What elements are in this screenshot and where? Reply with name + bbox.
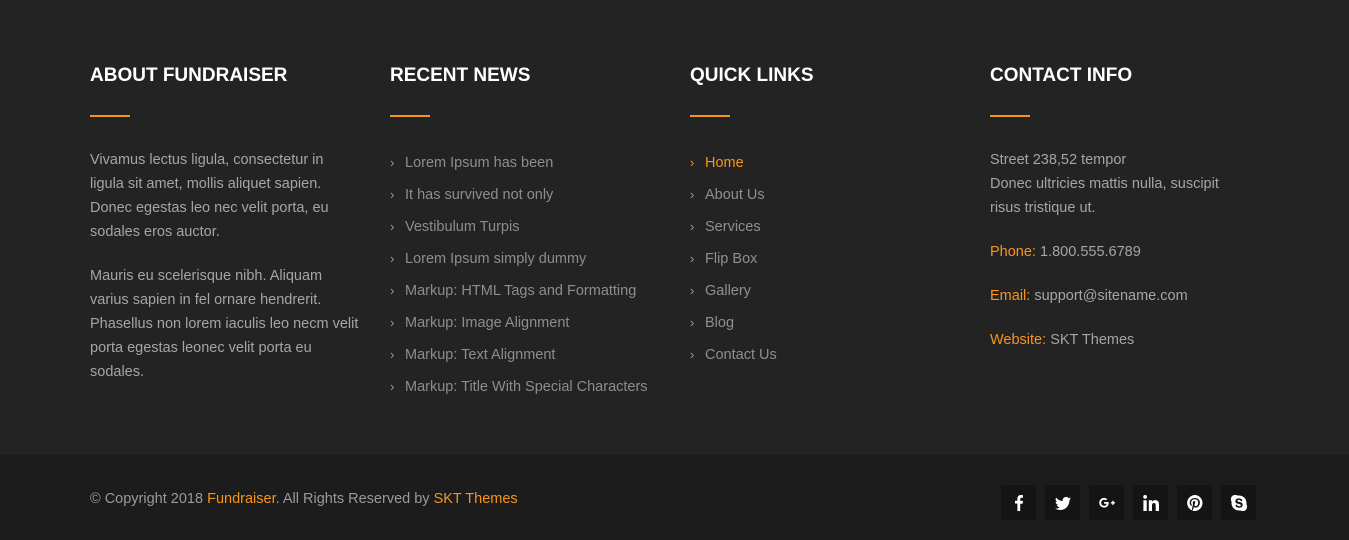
chevron-right-icon: › xyxy=(390,155,395,170)
news-link-label: Markup: Title With Special Characters xyxy=(405,379,648,395)
facebook-button[interactable] xyxy=(1001,485,1036,520)
about-widget: ABOUT FUNDRAISER Vivamus lectus ligula, … xyxy=(90,64,360,384)
news-link-label: Vestibulum Turpis xyxy=(405,219,520,235)
contact-phone: Phone: 1.800.555.6789 xyxy=(990,240,1250,264)
title-underline xyxy=(90,115,130,117)
chevron-right-icon: › xyxy=(690,251,695,266)
news-link[interactable]: › Vestibulum Turpis xyxy=(390,211,670,243)
quick-link-label: Contact Us xyxy=(705,347,777,363)
google-plus-button[interactable] xyxy=(1089,485,1124,520)
pinterest-button[interactable] xyxy=(1177,485,1212,520)
google-plus-icon xyxy=(1098,497,1115,508)
quick-link-label: Services xyxy=(705,219,761,235)
news-link[interactable]: › Markup: Title With Special Characters xyxy=(390,371,670,403)
chevron-right-icon: › xyxy=(390,379,395,394)
news-link-label: Markup: HTML Tags and Formatting xyxy=(405,283,637,299)
chevron-right-icon: › xyxy=(390,251,395,266)
quick-link-label: About Us xyxy=(705,187,765,203)
news-link[interactable]: › Lorem Ipsum has been xyxy=(390,147,670,179)
title-underline xyxy=(690,115,730,117)
copyright-prefix: © Copyright 2018 xyxy=(90,491,208,507)
chevron-right-icon: › xyxy=(690,219,695,234)
footer-widgets: ABOUT FUNDRAISER Vivamus lectus ligula, … xyxy=(0,0,1349,455)
phone-label: Phone: xyxy=(990,244,1036,260)
about-title: ABOUT FUNDRAISER xyxy=(90,65,288,86)
twitter-button[interactable] xyxy=(1045,485,1080,520)
news-link[interactable]: › Markup: HTML Tags and Formatting xyxy=(390,275,670,307)
contact-email: Email: support@sitename.com xyxy=(990,284,1250,308)
recent-news-widget: RECENT NEWS › Lorem Ipsum has been › It ha… xyxy=(390,64,670,403)
quick-links-title: QUICK LINKS xyxy=(690,65,814,86)
quick-link-blog[interactable]: › Blog xyxy=(690,307,950,339)
address-line-2: Donec ultricies mattis nulla, suscipit r… xyxy=(990,176,1219,216)
website-label: Website: xyxy=(990,332,1047,348)
quick-links-widget: QUICK LINKS › Home › About Us › Services › F… xyxy=(690,64,950,371)
chevron-right-icon: › xyxy=(690,347,695,362)
quick-link-label: Home xyxy=(705,155,744,171)
brand-link[interactable]: Fundraiser xyxy=(207,491,276,507)
title-underline xyxy=(390,115,430,117)
quick-links-list: › Home › About Us › Services › Flip Box › Gal… xyxy=(690,147,950,371)
quick-link-label: Flip Box xyxy=(705,251,758,267)
phone-value: 1.800.555.6789 xyxy=(1040,244,1141,260)
news-link-label: Lorem Ipsum has been xyxy=(405,155,554,171)
linkedin-icon xyxy=(1142,494,1159,511)
chevron-right-icon: › xyxy=(690,315,695,330)
news-link-label: Markup: Text Alignment xyxy=(405,347,556,363)
rights-text: . All Rights Reserved by xyxy=(275,491,434,507)
chevron-right-icon: › xyxy=(690,155,695,170)
news-link-label: Markup: Image Alignment xyxy=(405,315,570,331)
address-line-1: Street 238,52 tempor xyxy=(990,152,1127,168)
chevron-right-icon: › xyxy=(690,187,695,202)
pinterest-icon xyxy=(1186,494,1203,511)
chevron-right-icon: › xyxy=(390,315,395,330)
news-link[interactable]: › Lorem Ipsum simply dummy xyxy=(390,243,670,275)
facebook-icon xyxy=(1014,494,1023,511)
about-paragraph-1: Vivamus lectus ligula, consectetur in li… xyxy=(90,152,329,240)
news-link[interactable]: › Markup: Image Alignment xyxy=(390,307,670,339)
chevron-right-icon: › xyxy=(390,219,395,234)
recent-news-list: › Lorem Ipsum has been › It has survived n… xyxy=(390,147,670,403)
contact-title: CONTACT INFO xyxy=(990,65,1133,86)
quick-link-gallery[interactable]: › Gallery xyxy=(690,275,950,307)
contact-website: Website: SKT Themes xyxy=(990,328,1250,352)
chevron-right-icon: › xyxy=(390,347,395,362)
contact-info-widget: CONTACT INFO Street 238,52 tempor Donec … xyxy=(990,64,1250,352)
news-link[interactable]: › It has survived not only xyxy=(390,179,670,211)
skype-button[interactable] xyxy=(1221,485,1256,520)
email-label: Email: xyxy=(990,288,1031,304)
quick-link-flip-box[interactable]: › Flip Box xyxy=(690,243,950,275)
news-link[interactable]: › Markup: Text Alignment xyxy=(390,339,670,371)
footer-bottom-bar: © Copyright 2018 Fundraiser. All Rights … xyxy=(0,455,1349,540)
news-link-label: Lorem Ipsum simply dummy xyxy=(405,251,587,267)
chevron-right-icon: › xyxy=(390,187,395,202)
quick-link-services[interactable]: › Services xyxy=(690,211,950,243)
linkedin-button[interactable] xyxy=(1133,485,1168,520)
contact-address: Street 238,52 tempor Donec ultricies mat… xyxy=(990,148,1250,220)
skype-icon xyxy=(1230,494,1247,511)
quick-link-label: Gallery xyxy=(705,283,751,299)
quick-link-contact-us[interactable]: › Contact Us xyxy=(690,339,950,371)
chevron-right-icon: › xyxy=(690,283,695,298)
quick-link-home[interactable]: › Home xyxy=(690,147,950,179)
twitter-icon xyxy=(1054,496,1071,510)
website-value: SKT Themes xyxy=(1050,332,1135,348)
quick-link-label: Blog xyxy=(705,315,735,331)
copyright-text: © Copyright 2018 Fundraiser. All Rights … xyxy=(90,489,518,509)
quick-link-about-us[interactable]: › About Us xyxy=(690,179,950,211)
recent-news-title: RECENT NEWS xyxy=(390,65,531,86)
news-link-label: It has survived not only xyxy=(405,187,554,203)
about-paragraph-2: Mauris eu scelerisque nibh. Aliquam vari… xyxy=(90,268,359,380)
email-value: support@sitename.com xyxy=(1034,288,1188,304)
chevron-right-icon: › xyxy=(390,283,395,298)
author-link[interactable]: SKT Themes xyxy=(434,491,518,507)
social-links xyxy=(1001,485,1256,520)
title-underline xyxy=(990,115,1030,117)
